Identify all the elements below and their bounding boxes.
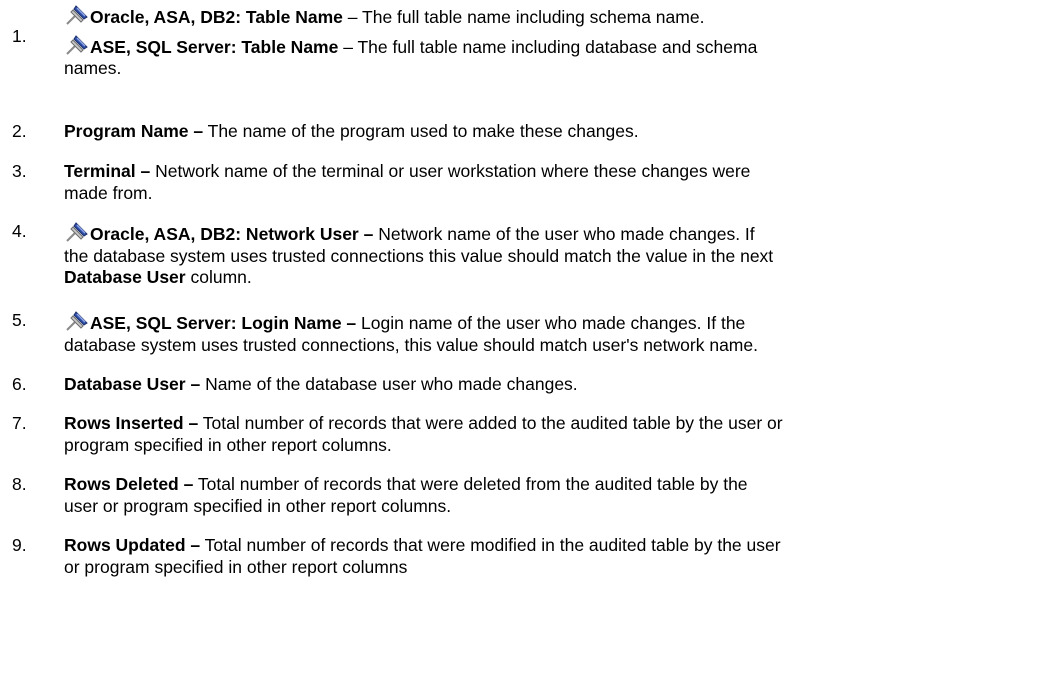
item-text: Rows Inserted – Total number of records … — [64, 413, 1047, 435]
item-number: 4. — [12, 221, 27, 241]
bold-term: Database User – — [64, 374, 201, 394]
list-item-3: 3. Terminal – Network name of the termin… — [12, 161, 1047, 204]
item-number: 2. — [12, 121, 27, 141]
description-continued: database system uses trusted connections… — [64, 334, 758, 355]
bold-term: Oracle, ASA, DB2: Table Name — [90, 7, 343, 27]
description: Name of the database user who made chang… — [200, 374, 578, 394]
item-text: ASE, SQL Server: Login Name – Login name… — [64, 310, 1047, 335]
item-number: 8. — [12, 474, 27, 494]
text: names. — [64, 58, 122, 78]
description: Network name of the terminal or user wor… — [150, 161, 751, 181]
list-item-5: 5. ASE, SQL Server: Login Name – Login n… — [12, 310, 1047, 356]
pushpin-icon — [64, 4, 89, 26]
pushpin-icon — [64, 221, 89, 243]
bold-term: ASE, SQL Server: Table Name — [90, 36, 339, 57]
pushpin-icon — [64, 310, 89, 332]
list-item-7: 7. Rows Inserted – Total number of recor… — [12, 413, 1047, 456]
bold-term: Program Name – — [64, 121, 204, 141]
description-continued: the database system uses trusted connect… — [64, 245, 774, 266]
description: Total number of records that were delete… — [193, 474, 748, 494]
entry-oracle-table-name: Oracle, ASA, DB2: Table Name – The full … — [64, 4, 1047, 29]
bold-term: Database User — [64, 267, 186, 287]
description-continued: Database User column. — [64, 267, 1047, 289]
description: Login name of the user who made changes.… — [356, 313, 746, 333]
bold-term: Rows Deleted – — [64, 474, 194, 494]
list-item-1: 1. Oracle, ASA, DB2: Table Name – The fu… — [12, 4, 1047, 80]
description-continued: or program specified in other report col… — [64, 556, 408, 577]
item-text: Rows Updated – Total number of records t… — [64, 535, 1047, 557]
description: – The full table name including database… — [338, 36, 758, 57]
list-item-6: 6. Database User – Name of the database … — [12, 374, 1047, 396]
bold-term: Rows Updated – — [64, 535, 201, 555]
description-continued: names. — [12, 58, 1047, 80]
list-item-4: 4. Oracle, ASA, DB2: Network User – Netw… — [12, 221, 1047, 289]
bold-term: Oracle, ASA, DB2: Network User – — [90, 224, 374, 244]
list-item-9: 9. Rows Updated – Total number of record… — [12, 535, 1047, 578]
description: Total number of records that were modifi… — [200, 535, 781, 555]
bold-term: Rows Inserted – — [64, 413, 199, 433]
item-text: Program Name – The name of the program u… — [64, 121, 1047, 143]
item-text: Terminal – Network name of the terminal … — [64, 161, 1047, 183]
bold-term: Terminal – — [64, 161, 151, 181]
item-number: 6. — [12, 374, 27, 394]
description: Network name of the user who made change… — [373, 224, 755, 244]
item-number: 9. — [12, 535, 27, 555]
item-text: Database User – Name of the database use… — [64, 374, 1047, 396]
item-text: Oracle, ASA, DB2: Network User – Network… — [64, 221, 1047, 246]
item-number: 3. — [12, 161, 27, 181]
bold-term: ASE, SQL Server: Login Name – — [90, 313, 357, 333]
list-item-2: 2. Program Name – The name of the progra… — [12, 121, 1047, 143]
description-continued: program specified in other report column… — [64, 434, 392, 455]
list-item-8: 8. Rows Deleted – Total number of record… — [12, 474, 1047, 517]
description: Total number of records that were added … — [198, 413, 783, 433]
description-continued: made from. — [64, 182, 153, 203]
item-number: 7. — [12, 413, 27, 433]
entry-ase-table-name: ASE, SQL Server: Table Name – The full t… — [64, 34, 1047, 59]
item-number: 1. — [12, 26, 27, 46]
description: The name of the program used to make the… — [203, 121, 639, 141]
pushpin-icon — [64, 34, 89, 56]
item-number: 5. — [12, 310, 27, 330]
text: column. — [185, 267, 252, 287]
description: – The full table name including schema n… — [342, 7, 705, 27]
item-text: Rows Deleted – Total number of records t… — [64, 474, 1047, 496]
description-continued: user or program specified in other repor… — [64, 495, 452, 516]
